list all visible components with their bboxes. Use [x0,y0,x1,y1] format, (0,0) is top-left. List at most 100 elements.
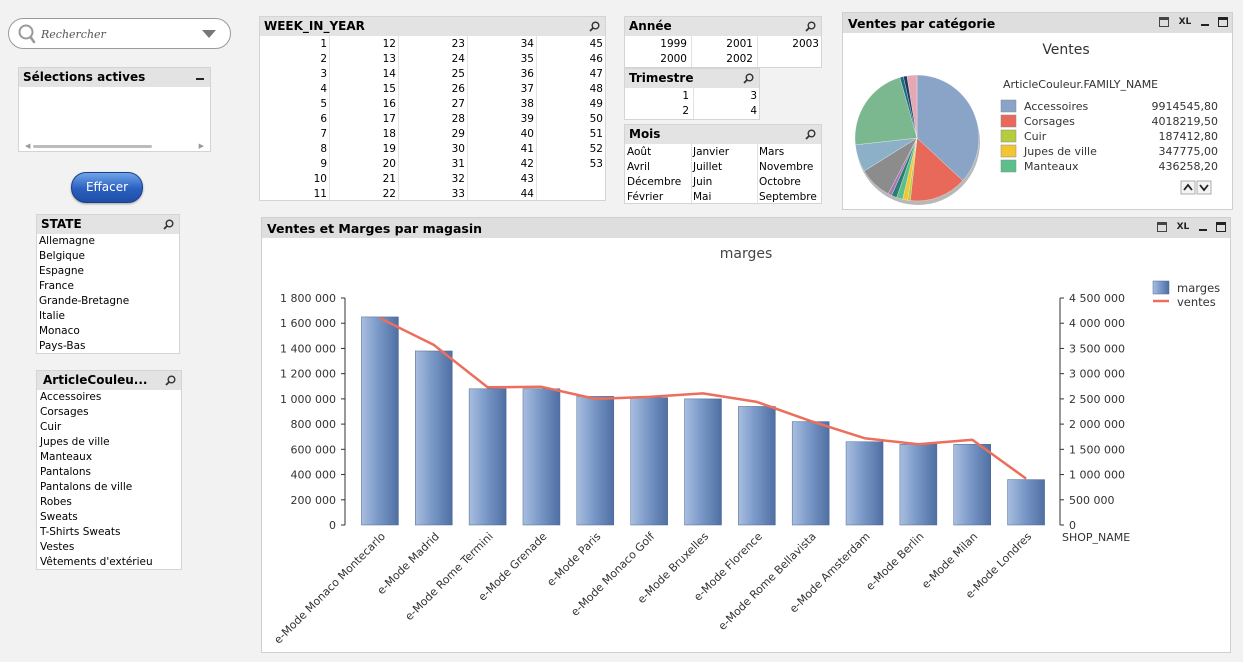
list-item[interactable]: Pays-Bas [39,339,86,354]
list-item[interactable]: 8 [260,142,327,157]
bar[interactable] [468,388,507,526]
maximize-icon[interactable] [1216,222,1226,232]
list-item[interactable]: 48 [536,82,603,97]
list-item[interactable]: 50 [536,112,603,127]
list-item[interactable]: 52 [536,142,603,157]
list-item[interactable]: Jupes de ville [40,435,110,450]
list-item[interactable]: 2002 [691,52,753,67]
list-item[interactable]: 4 [693,104,757,119]
search-box[interactable] [8,18,231,49]
list-item[interactable]: Janvier [693,145,755,160]
search-icon[interactable] [743,73,754,84]
list-item[interactable]: 19 [329,142,396,157]
scroll-left-icon[interactable]: ◀ [25,143,30,150]
list-item[interactable]: 2000 [625,52,687,67]
list-item[interactable]: 24 [398,52,465,67]
list-item[interactable]: 37 [467,82,534,97]
list-item[interactable]: Manteaux [40,450,92,465]
list-item[interactable]: 23 [398,37,465,52]
list-item[interactable]: 2001 [691,37,753,52]
list-item[interactable]: Juillet [693,160,755,175]
list-item[interactable]: Italie [39,309,65,324]
list-item[interactable]: Grande-Bretagne [39,294,129,309]
list-item[interactable]: 28 [398,112,465,127]
search-icon[interactable] [589,21,600,32]
bar[interactable] [791,421,830,526]
list-item[interactable]: 3 [693,89,757,104]
bar[interactable] [738,406,776,526]
list-item[interactable]: 27 [398,97,465,112]
bar[interactable] [953,444,991,526]
list-item[interactable]: 21 [329,172,396,187]
list-item[interactable]: 40 [467,127,534,142]
search-icon[interactable] [165,375,176,386]
list-item[interactable]: Mars [759,145,821,160]
list-item[interactable]: 34 [467,37,534,52]
maximize-icon[interactable] [1218,17,1228,27]
list-item[interactable]: T-Shirts Sweats [40,525,120,540]
list-item[interactable]: 53 [536,157,603,172]
list-item[interactable]: Pantalons [40,465,91,480]
list-item[interactable]: 25 [398,67,465,82]
list-item[interactable]: 11 [260,187,327,202]
list-item[interactable]: Corsages [40,405,89,420]
list-item[interactable]: 14 [329,67,396,82]
list-item[interactable]: 1 [260,37,327,52]
list-item[interactable]: Septembre [759,190,821,205]
list-item[interactable]: 18 [329,127,396,142]
bar[interactable] [522,388,561,526]
list-item[interactable]: 5 [260,97,327,112]
scroll-right-icon[interactable]: ▶ [199,143,204,150]
list-item[interactable]: 32 [398,172,465,187]
list-item[interactable]: Belgique [39,249,85,264]
minimize-icon[interactable] [196,78,204,80]
list-item[interactable]: 42 [467,157,534,172]
list-item[interactable]: 49 [536,97,603,112]
bar[interactable] [576,396,615,526]
list-item[interactable]: 10 [260,172,327,187]
list-item[interactable]: 13 [329,52,396,67]
list-item[interactable]: 41 [467,142,534,157]
search-icon[interactable] [163,219,174,230]
list-item[interactable]: Espagne [39,264,84,279]
scrollbar-thumb[interactable] [33,145,152,148]
search-icon[interactable] [805,129,816,140]
excel-export-icon[interactable]: XL [1179,17,1192,28]
bar[interactable] [630,397,668,526]
list-item[interactable]: Monaco [39,324,80,339]
list-item[interactable]: Vestes [40,540,74,555]
list-item[interactable]: 39 [467,112,534,127]
list-item[interactable]: Cuir [40,420,61,435]
list-item[interactable]: 2003 [757,37,819,52]
list-item[interactable]: 46 [536,52,603,67]
list-item[interactable]: 1 [625,89,689,104]
list-item[interactable]: Sweats [40,510,78,525]
list-item[interactable]: 2 [260,52,327,67]
list-item[interactable]: 3 [260,67,327,82]
list-item[interactable]: Octobre [759,175,821,190]
excel-export-icon[interactable]: XL [1177,222,1190,233]
list-item[interactable]: 6 [260,112,327,127]
list-item[interactable]: Allemagne [39,234,95,249]
search-icon[interactable] [805,21,816,32]
list-item[interactable]: 45 [536,37,603,52]
list-item[interactable]: 26 [398,82,465,97]
list-item[interactable]: 22 [329,187,396,202]
list-item[interactable]: 4 [260,82,327,97]
search-input[interactable] [41,25,191,43]
list-item[interactable]: 31 [398,157,465,172]
bar[interactable] [361,316,399,526]
list-item[interactable]: Robes [40,495,72,510]
list-item[interactable]: 38 [467,97,534,112]
list-item[interactable]: 51 [536,127,603,142]
list-item[interactable]: 15 [329,82,396,97]
print-icon[interactable] [1159,17,1170,27]
list-item[interactable]: Vêtements d'extérieu [40,555,153,570]
list-item[interactable]: 16 [329,97,396,112]
print-icon[interactable] [1157,222,1168,232]
list-item[interactable]: 35 [467,52,534,67]
list-item[interactable]: Accessoires [40,390,101,405]
list-item[interactable]: 43 [467,172,534,187]
bar[interactable] [845,441,884,526]
list-item[interactable]: 33 [398,187,465,202]
